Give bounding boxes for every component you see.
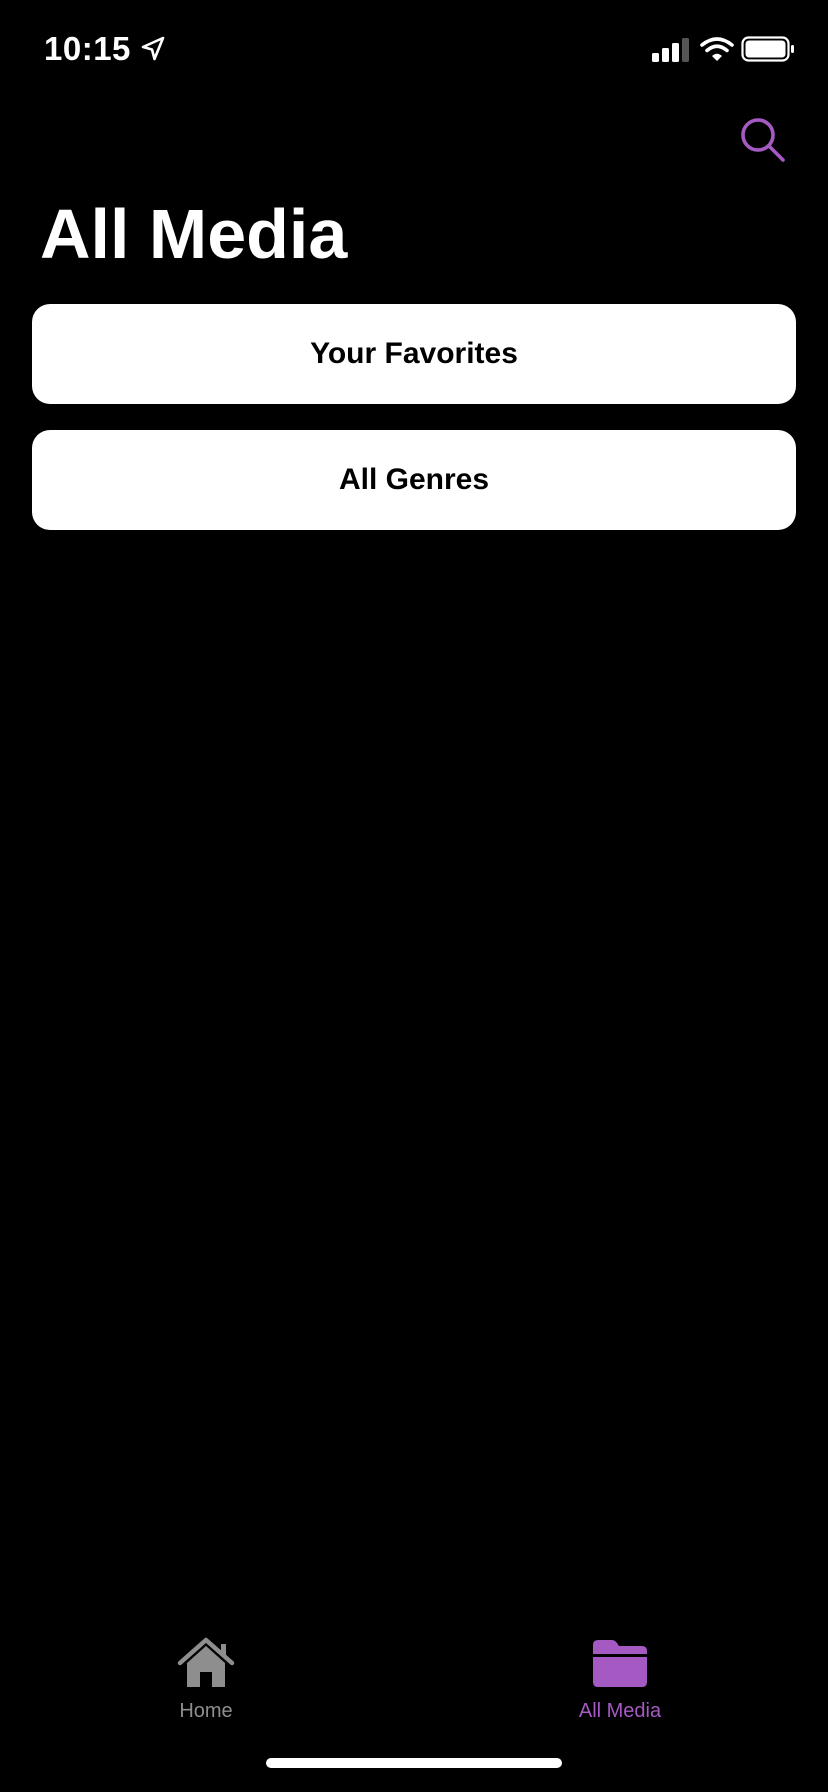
all-genres-button[interactable]: All Genres	[32, 430, 796, 530]
all-genres-label: All Genres	[338, 463, 490, 496]
home-indicator	[266, 1758, 562, 1768]
cellular-signal-icon	[652, 38, 689, 62]
wifi-icon	[700, 37, 734, 61]
status-time-group: 10:15	[44, 30, 167, 68]
your-favorites-label: Your Favorites	[310, 337, 518, 370]
tab-all-media-label: All Media	[578, 1700, 662, 1722]
house-icon	[177, 1637, 235, 1687]
search-button[interactable]	[738, 115, 788, 165]
battery-icon	[741, 36, 794, 62]
your-favorites-button[interactable]: Your Favorites	[32, 304, 796, 404]
location-arrow-icon	[141, 36, 165, 61]
status-time: 10:15	[44, 30, 131, 67]
page-title: All Media	[40, 195, 348, 273]
tab-bar: Home All Media	[0, 1620, 828, 1740]
tab-all-media[interactable]: All Media	[540, 1620, 700, 1730]
status-bar: 10:15	[0, 0, 828, 96]
tab-home-label: Home	[179, 1700, 233, 1722]
folder-icon	[593, 1640, 647, 1687]
magnifier-icon	[741, 118, 785, 162]
tab-home[interactable]: Home	[126, 1620, 286, 1730]
